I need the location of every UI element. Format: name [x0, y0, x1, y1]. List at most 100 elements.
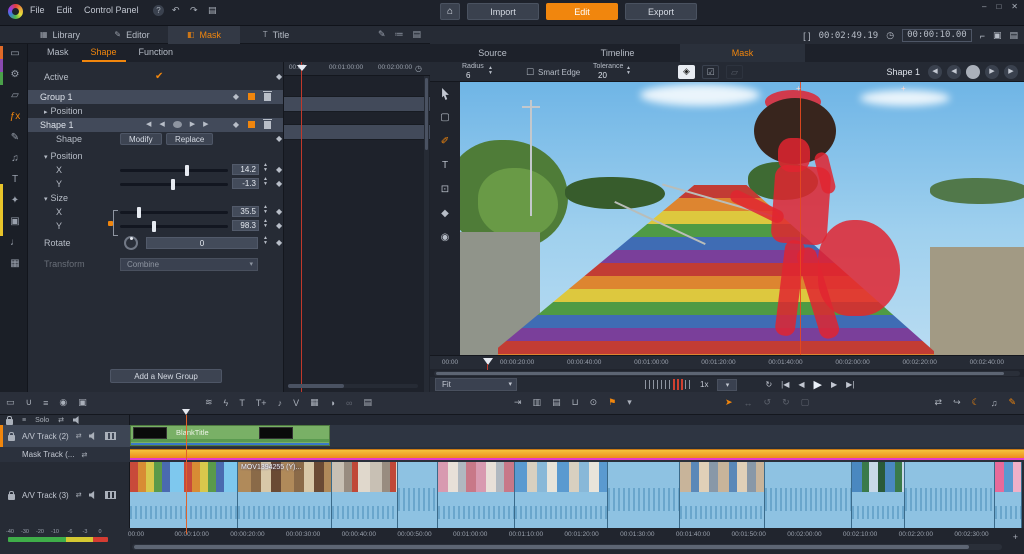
group1-row[interactable]: Group 1 ◆	[28, 90, 283, 104]
mask-track-header[interactable]: Mask Track (... ⇄	[0, 447, 130, 462]
size-x-value[interactable]: 35.5	[232, 206, 259, 217]
tab-mask-preview[interactable]: Mask	[680, 44, 805, 62]
video-preview[interactable]: + +	[460, 82, 1024, 355]
filmstrip-icon[interactable]	[105, 491, 116, 499]
guide-handle[interactable]: +	[796, 84, 801, 93]
keyframe-diamond-icon[interactable]: ◆	[276, 179, 282, 188]
clip-palm[interactable]	[852, 462, 905, 528]
subtab-mask[interactable]: Mask	[38, 45, 78, 62]
timeline-playhead[interactable]	[186, 415, 187, 534]
settings-icon[interactable]: ⚙	[11, 69, 20, 81]
overlay-icon[interactable]: ✎	[11, 132, 19, 144]
speed-select[interactable]: ▾	[717, 379, 737, 391]
pan-zoom-icon[interactable]: ◑	[330, 398, 335, 408]
stepper[interactable]: ▲▼	[263, 236, 270, 246]
stereo-icon[interactable]: ▦	[10, 258, 19, 270]
keyframe-diamond-icon[interactable]: ◆	[276, 165, 282, 174]
restore-button[interactable]: □	[996, 2, 1001, 11]
marker-caret-icon[interactable]: ▾	[627, 397, 632, 408]
current-timecode[interactable]: 00:00:10.00	[902, 29, 972, 42]
clock-icon[interactable]: ◷	[415, 64, 422, 73]
guide-handle[interactable]: +	[901, 84, 906, 93]
mask-lane[interactable]	[130, 447, 1024, 462]
prev-keyframe-icon[interactable]: ◀	[146, 120, 151, 128]
undo-edit-icon[interactable]: ↺	[764, 397, 772, 408]
select-mask-tool-button[interactable]: ◈	[678, 65, 695, 79]
position-x-slider[interactable]	[120, 169, 228, 172]
speaker-icon[interactable]	[89, 432, 98, 440]
audio-sidebar-icon[interactable]: ♩	[10, 237, 20, 249]
radius-stepper[interactable]: ▲▼	[488, 66, 493, 76]
tab-source[interactable]: Source	[430, 44, 555, 62]
active-checkbox[interactable]: ✔	[155, 71, 163, 82]
current-keyframe-icon[interactable]	[173, 121, 182, 128]
clip-pink[interactable]	[995, 462, 1022, 528]
help-icon[interactable]: ?	[153, 5, 164, 16]
minimize-button[interactable]: –	[982, 2, 986, 11]
track-manager-icon[interactable]: ▭	[6, 397, 15, 408]
replace-button[interactable]: Replace	[166, 133, 213, 145]
export-frame-icon[interactable]: ↪	[953, 397, 961, 408]
effects-icon[interactable]: ƒx	[10, 111, 21, 123]
folder-icon[interactable]: ▱	[11, 90, 19, 102]
record-icon[interactable]: ◉	[59, 397, 67, 408]
expand-closed-icon[interactable]: ▸	[44, 109, 48, 116]
subtitle-tool-icon[interactable]: T+	[256, 398, 267, 408]
stepper[interactable]: ▲▼	[263, 177, 270, 187]
layers-icon[interactable]: ▣	[10, 216, 19, 228]
library-panel-icon[interactable]: ▤	[363, 397, 372, 408]
keyframe-diamond-icon[interactable]: ◆	[276, 72, 282, 81]
tab-library[interactable]: ▦ Library	[24, 26, 96, 44]
tolerance-stepper[interactable]: ▲▼	[626, 66, 631, 76]
undo-icon[interactable]: ↶	[172, 5, 180, 16]
delete-shape-icon[interactable]	[264, 121, 271, 129]
timeline-ruler[interactable]: 00:0000:00:10:0000:00:20:0000:00:30:0000…	[130, 528, 1024, 542]
expand-open-icon[interactable]: ▾	[44, 196, 48, 203]
text-tool-icon[interactable]: T	[442, 160, 448, 172]
tab-mask[interactable]: ◧ Mask	[168, 26, 240, 44]
keyframe-diamond-icon[interactable]: ◆	[276, 221, 282, 230]
link-icon[interactable]: ⇄	[81, 451, 87, 459]
multicam-icon[interactable]: ▦	[310, 397, 319, 408]
audio-mixer-icon[interactable]: ♪	[278, 398, 283, 408]
av2-lane[interactable]: BlankTitle	[130, 425, 1024, 447]
proxy-icon[interactable]: ☾	[972, 397, 980, 408]
keyframe-diamond-icon[interactable]: ◆	[233, 92, 239, 101]
shape1-row[interactable]: Shape 1 ◀ ◀ ▶ ▶ ◆	[28, 118, 283, 132]
size-section-row[interactable]: ▾Size	[28, 191, 283, 205]
clip-mov1394255[interactable]: MOV1394255 (Y)...	[238, 462, 332, 528]
mask-color-swatch[interactable]	[248, 93, 255, 100]
media-icon[interactable]: ▭	[10, 48, 19, 60]
radius-value[interactable]: 6	[466, 71, 470, 80]
step-fwd-icon[interactable]: ▶	[190, 120, 195, 128]
zoom-fit-select[interactable]: Fit▾	[435, 378, 517, 391]
redo-icon[interactable]: ↷	[190, 5, 198, 16]
fit-project-icon[interactable]: ⇄	[935, 397, 943, 408]
av3-lane[interactable]: MOV1394255 (Y)...	[130, 462, 1024, 528]
delete-icon[interactable]: ⊔	[572, 397, 579, 408]
size-link-toggle[interactable]	[108, 221, 113, 226]
camera-icon[interactable]: ⊙	[590, 397, 598, 408]
speaker-icon[interactable]	[89, 491, 98, 499]
last-shape-icon[interactable]: ▶	[1004, 65, 1018, 79]
timeline-scrollbar[interactable]	[132, 544, 1002, 550]
dual-view-icon[interactable]: ▤	[1009, 30, 1018, 41]
clip-audio[interactable]	[398, 462, 438, 528]
track-list-icon[interactable]: ≡	[22, 417, 26, 424]
select-arrow-icon[interactable]	[441, 88, 450, 100]
clip-stairs[interactable]	[130, 462, 238, 528]
link-all-icon[interactable]: ⇄	[58, 416, 64, 424]
motion-icon[interactable]: ✦	[11, 195, 19, 207]
crop-icon[interactable]: ▢	[801, 397, 810, 408]
track-height-icon[interactable]: ≡	[43, 398, 48, 408]
add-track-button[interactable]: +	[1013, 532, 1018, 542]
step-back-icon[interactable]: ◀	[159, 120, 164, 128]
keyframe-diamond-icon[interactable]: ◆	[233, 120, 239, 129]
av3-track-header[interactable]: A/V Track (3) ⇄	[0, 462, 130, 528]
loop-button[interactable]: ↻	[765, 380, 772, 389]
delete-group-icon[interactable]	[264, 93, 271, 101]
link-icon[interactable]: ⇄	[76, 491, 82, 499]
stepper[interactable]: ▲▼	[263, 163, 270, 173]
select-cursor-icon[interactable]: ➤	[725, 397, 733, 408]
go-end-button[interactable]: ▶|	[846, 380, 854, 389]
